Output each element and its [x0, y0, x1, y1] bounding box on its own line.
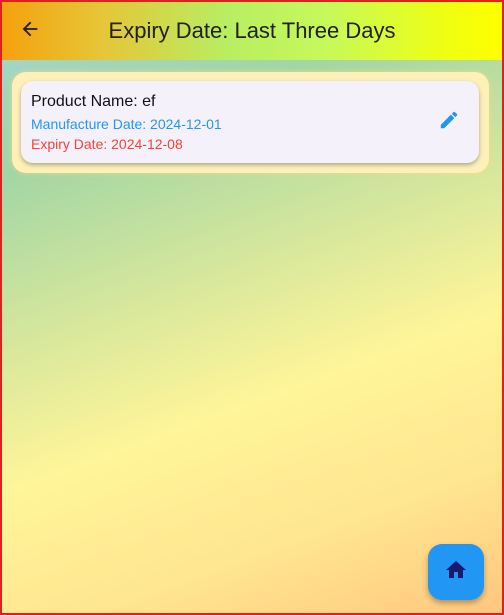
- product-card[interactable]: Product Name: ef Manufacture Date: 2024-…: [21, 81, 479, 163]
- home-button[interactable]: [428, 544, 484, 600]
- page-title: Expiry Date: Last Three Days: [108, 18, 396, 43]
- expiry-date: Expiry Date: 2024-12-08: [31, 136, 183, 152]
- home-icon: [444, 558, 468, 587]
- product-name: Product Name: ef: [31, 93, 156, 110]
- app-bar: Expiry Date: Last Three Days: [2, 2, 502, 60]
- edit-button[interactable]: [433, 106, 465, 138]
- product-card-container: Product Name: ef Manufacture Date: 2024-…: [12, 72, 489, 173]
- manufacture-date: Manufacture Date: 2024-12-01: [31, 116, 222, 132]
- pencil-icon: [438, 109, 460, 136]
- app-window: Expiry Date: Last Three Days Product Nam…: [0, 0, 504, 615]
